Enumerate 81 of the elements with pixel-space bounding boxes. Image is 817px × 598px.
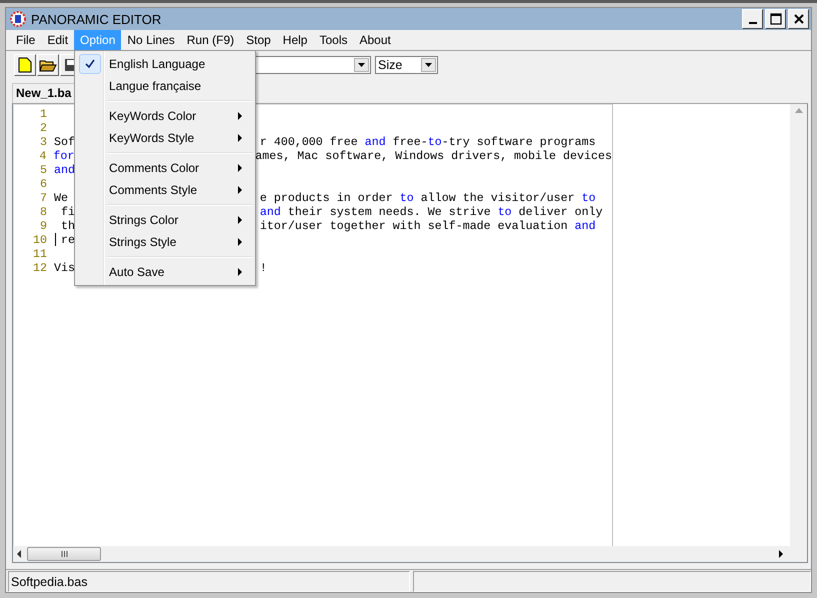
keyword: to bbox=[400, 191, 414, 205]
horizontal-scrollbar[interactable] bbox=[13, 546, 807, 562]
menu-item[interactable]: File bbox=[10, 30, 42, 50]
new-file-icon bbox=[18, 57, 32, 73]
scroll-left-icon bbox=[16, 550, 21, 558]
code-text: r 400,000 free bbox=[260, 135, 359, 149]
menu-item[interactable]: Help bbox=[276, 30, 314, 50]
keyword: for bbox=[53, 149, 74, 163]
line-number: 8 bbox=[39, 205, 47, 219]
minimize-icon bbox=[748, 22, 756, 24]
dropdown-arrow-icon bbox=[358, 63, 365, 67]
dropdown-item[interactable]: Strings Color bbox=[77, 209, 254, 231]
maximize-icon bbox=[770, 13, 782, 25]
menu-item[interactable]: Stop bbox=[240, 30, 277, 50]
menu-item[interactable]: Edit bbox=[41, 30, 74, 50]
submenu-arrow-icon bbox=[238, 134, 244, 142]
line-number: 12 bbox=[32, 261, 47, 275]
dropdown-item[interactable]: Comments Color bbox=[77, 157, 254, 179]
keyword: to bbox=[428, 135, 442, 149]
dropdown-item[interactable]: KeyWords Color bbox=[77, 105, 254, 127]
size-combo[interactable]: Size bbox=[375, 56, 438, 74]
code-text: fi bbox=[60, 205, 75, 219]
dropdown-item[interactable]: Auto Save bbox=[77, 261, 254, 283]
close-icon bbox=[794, 14, 804, 24]
code-text: th bbox=[60, 219, 75, 233]
keyword: to bbox=[498, 205, 512, 219]
line-number: 10 bbox=[32, 233, 47, 247]
dropdown-item[interactable]: Comments Style bbox=[77, 179, 254, 201]
code-text: Sof bbox=[54, 135, 75, 149]
code-text: e products in order bbox=[260, 191, 394, 205]
menu-item[interactable]: No Lines bbox=[121, 30, 181, 50]
line-number: 7 bbox=[39, 191, 47, 205]
line-number: 2 bbox=[39, 121, 47, 135]
minimize-button[interactable] bbox=[742, 9, 763, 29]
maximize-button[interactable] bbox=[765, 9, 786, 29]
submenu-arrow-icon bbox=[238, 186, 244, 194]
code-text: ! bbox=[260, 261, 267, 275]
new-file-button[interactable] bbox=[14, 54, 36, 76]
submenu-arrow-icon bbox=[238, 238, 244, 246]
line-number: 6 bbox=[39, 177, 47, 191]
code-text: Vis bbox=[54, 261, 75, 275]
line-number: 3 bbox=[39, 135, 47, 149]
keyword: and bbox=[364, 135, 386, 149]
keyword: and bbox=[54, 163, 75, 177]
code-text: ames, Mac software, Windows drivers, mobile devices bbox=[255, 149, 612, 163]
line-number: 9 bbox=[39, 219, 47, 233]
dropdown-item[interactable]: Strings Style bbox=[77, 231, 254, 253]
code-text: itor/user together with self-made evaluation bbox=[260, 219, 569, 233]
scroll-right-icon bbox=[779, 550, 784, 558]
submenu-arrow-icon bbox=[238, 164, 244, 172]
code-text: re bbox=[61, 233, 75, 247]
code-text: their system needs. We strive bbox=[286, 205, 492, 219]
code-text: We bbox=[54, 191, 68, 205]
code-text: free- bbox=[392, 135, 428, 149]
close-button[interactable] bbox=[788, 9, 809, 29]
line-number: 1 bbox=[39, 107, 47, 121]
menu-item[interactable]: Run (F9) bbox=[180, 30, 240, 50]
menu-item[interactable]: Tools bbox=[313, 30, 354, 50]
line-number: 11 bbox=[32, 247, 47, 261]
submenu-arrow-icon bbox=[238, 268, 244, 276]
dropdown-item[interactable]: Langue française bbox=[77, 75, 254, 97]
dropdown-item[interactable]: English Language bbox=[77, 53, 254, 75]
line-number: 4 bbox=[38, 149, 46, 163]
dropdown-arrow-icon bbox=[425, 63, 432, 67]
scroll-thumb[interactable] bbox=[27, 547, 101, 561]
line-number: 5 bbox=[39, 163, 47, 177]
submenu-arrow-icon bbox=[238, 216, 244, 224]
open-folder-button[interactable] bbox=[37, 54, 59, 76]
keyword: and bbox=[574, 219, 596, 233]
keyword: and bbox=[260, 205, 281, 219]
code-text: -try software programs bbox=[442, 135, 596, 149]
status-panel: Softpedia.bas bbox=[8, 571, 410, 592]
keyword: to bbox=[582, 191, 596, 205]
code-text: allow the visitor/user bbox=[420, 191, 576, 205]
app-logo-icon bbox=[10, 11, 26, 27]
menu-item[interactable]: About bbox=[354, 30, 397, 50]
window-title: PANORAMIC EDITOR bbox=[31, 12, 162, 26]
code-text: deliver only bbox=[518, 205, 603, 219]
submenu-arrow-icon bbox=[238, 112, 244, 120]
vertical-scrollbar[interactable] bbox=[790, 104, 807, 546]
dropdown-item[interactable]: KeyWords Style bbox=[77, 127, 254, 149]
